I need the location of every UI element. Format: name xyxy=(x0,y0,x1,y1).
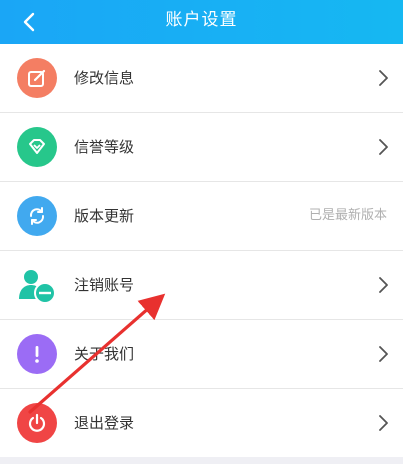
title-bar: 账户设置 xyxy=(0,0,403,44)
bottom-spacer xyxy=(0,458,403,464)
power-icon xyxy=(17,403,57,443)
item-version-update[interactable]: 版本更新 已是最新版本 xyxy=(0,182,403,251)
settings-list: 修改信息 信誉等级 版本更新 已是最新版本 注销账号 关于我们 退出登录 xyxy=(0,44,403,457)
info-icon xyxy=(17,334,57,374)
item-label: 版本更新 xyxy=(74,207,135,225)
item-label: 退出登录 xyxy=(74,414,135,432)
chevron-right-icon xyxy=(379,139,388,155)
item-about-us[interactable]: 关于我们 xyxy=(0,320,403,389)
chevron-right-icon xyxy=(379,70,388,86)
item-edit-info[interactable]: 修改信息 xyxy=(0,44,403,113)
item-cancel-account[interactable]: 注销账号 xyxy=(0,251,403,320)
edit-icon xyxy=(17,58,57,98)
chevron-right-icon xyxy=(379,415,388,431)
item-label: 注销账号 xyxy=(74,276,135,294)
item-label: 关于我们 xyxy=(74,345,135,363)
chevron-right-icon xyxy=(379,277,388,293)
item-logout[interactable]: 退出登录 xyxy=(0,389,403,457)
item-credit-level[interactable]: 信誉等级 xyxy=(0,113,403,182)
refresh-icon xyxy=(17,196,57,236)
chevron-right-icon xyxy=(379,346,388,362)
page-title: 账户设置 xyxy=(165,10,238,30)
user-minus-icon xyxy=(17,265,57,305)
version-status: 已是最新版本 xyxy=(308,208,387,223)
item-label: 信誉等级 xyxy=(74,138,135,156)
item-label: 修改信息 xyxy=(74,69,135,87)
diamond-icon xyxy=(17,127,57,167)
